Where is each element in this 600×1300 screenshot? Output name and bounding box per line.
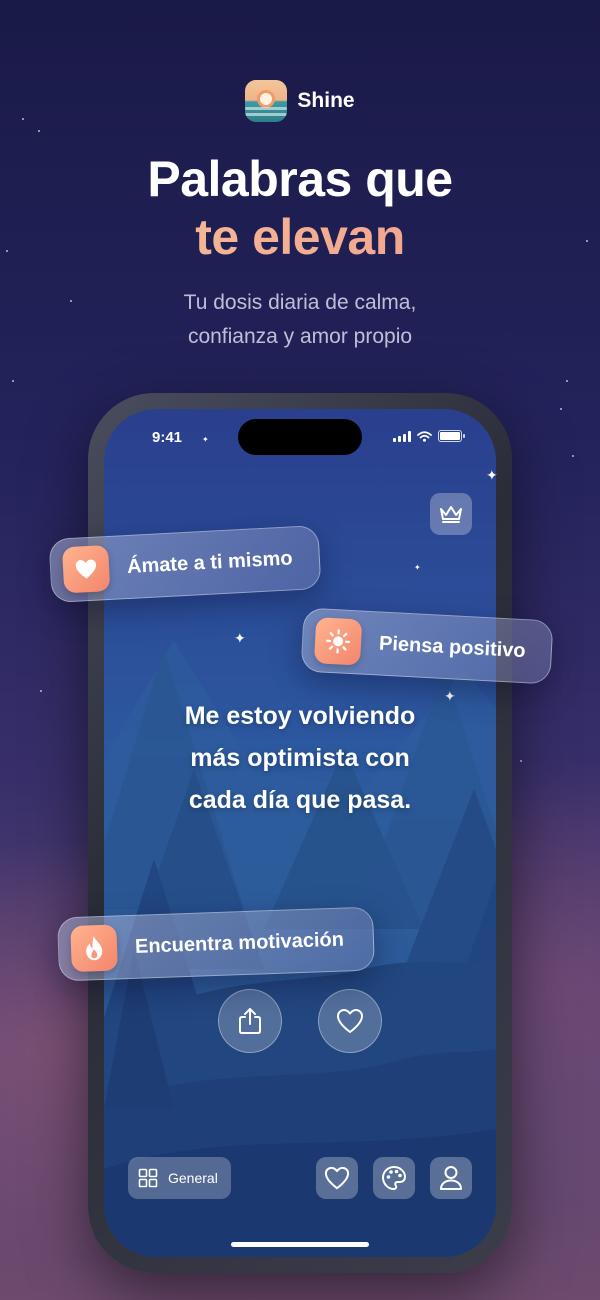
- brand-header: Shine: [0, 80, 600, 122]
- affirmation-quote: Me estoy volviendo más optimista con cad…: [140, 695, 460, 821]
- subtitle: Tu dosis diaria de calma, confianza y am…: [0, 286, 600, 354]
- chip-label: Piensa positivo: [378, 632, 527, 662]
- sparkle-icon: ✦: [414, 563, 421, 572]
- profile-tab-button[interactable]: [430, 1157, 472, 1199]
- heart-outline-icon: [324, 1166, 350, 1190]
- sparkle-icon: ✦: [486, 467, 498, 483]
- premium-crown-button[interactable]: [430, 493, 472, 535]
- category-label: General: [168, 1170, 218, 1186]
- chip-find-motivation[interactable]: Encuentra motivación: [56, 906, 376, 982]
- favorites-tab-button[interactable]: [316, 1157, 358, 1199]
- headline: Palabras que te elevan: [0, 150, 600, 266]
- flame-icon: [70, 924, 118, 973]
- app-name: Shine: [297, 89, 355, 112]
- favorite-button[interactable]: [318, 989, 382, 1053]
- share-icon: [239, 1008, 261, 1034]
- status-icons: [393, 430, 465, 442]
- wifi-icon: [417, 430, 432, 442]
- quote-line-1: Me estoy volviendo: [184, 702, 416, 730]
- person-icon: [440, 1166, 462, 1190]
- subtitle-line-1: Tu dosis diaria de calma,: [183, 291, 417, 314]
- sparkle-icon: ✦: [202, 435, 209, 444]
- sun-icon: [313, 617, 363, 666]
- subtitle-line-2: confianza y amor propio: [187, 325, 413, 348]
- app-logo: [245, 80, 288, 122]
- themes-tab-button[interactable]: [373, 1157, 415, 1199]
- chip-label: Ámate a ti mismo: [126, 546, 294, 578]
- sparkle-icon: ✦: [234, 630, 246, 646]
- battery-icon: [438, 430, 465, 442]
- quote-line-3: cada día que pasa.: [188, 786, 412, 814]
- chip-think-positive[interactable]: Piensa positivo: [300, 607, 554, 685]
- crown-icon: [440, 506, 462, 523]
- dynamic-island: [238, 419, 362, 455]
- headline-line-2: te elevan: [0, 208, 600, 266]
- heart-outline-icon: [337, 1009, 363, 1033]
- share-button[interactable]: [218, 989, 282, 1053]
- palette-icon: [382, 1166, 406, 1190]
- category-general-button[interactable]: General: [128, 1157, 231, 1199]
- home-indicator: [231, 1242, 369, 1247]
- quote-line-2: más optimista con: [190, 744, 410, 772]
- chip-label: Encuentra motivación: [134, 928, 345, 958]
- headline-line-1: Palabras que: [147, 151, 453, 207]
- signal-icon: [393, 430, 411, 442]
- status-time: 9:41: [152, 429, 183, 446]
- heart-icon: [61, 545, 111, 594]
- grid-icon: [138, 1168, 158, 1188]
